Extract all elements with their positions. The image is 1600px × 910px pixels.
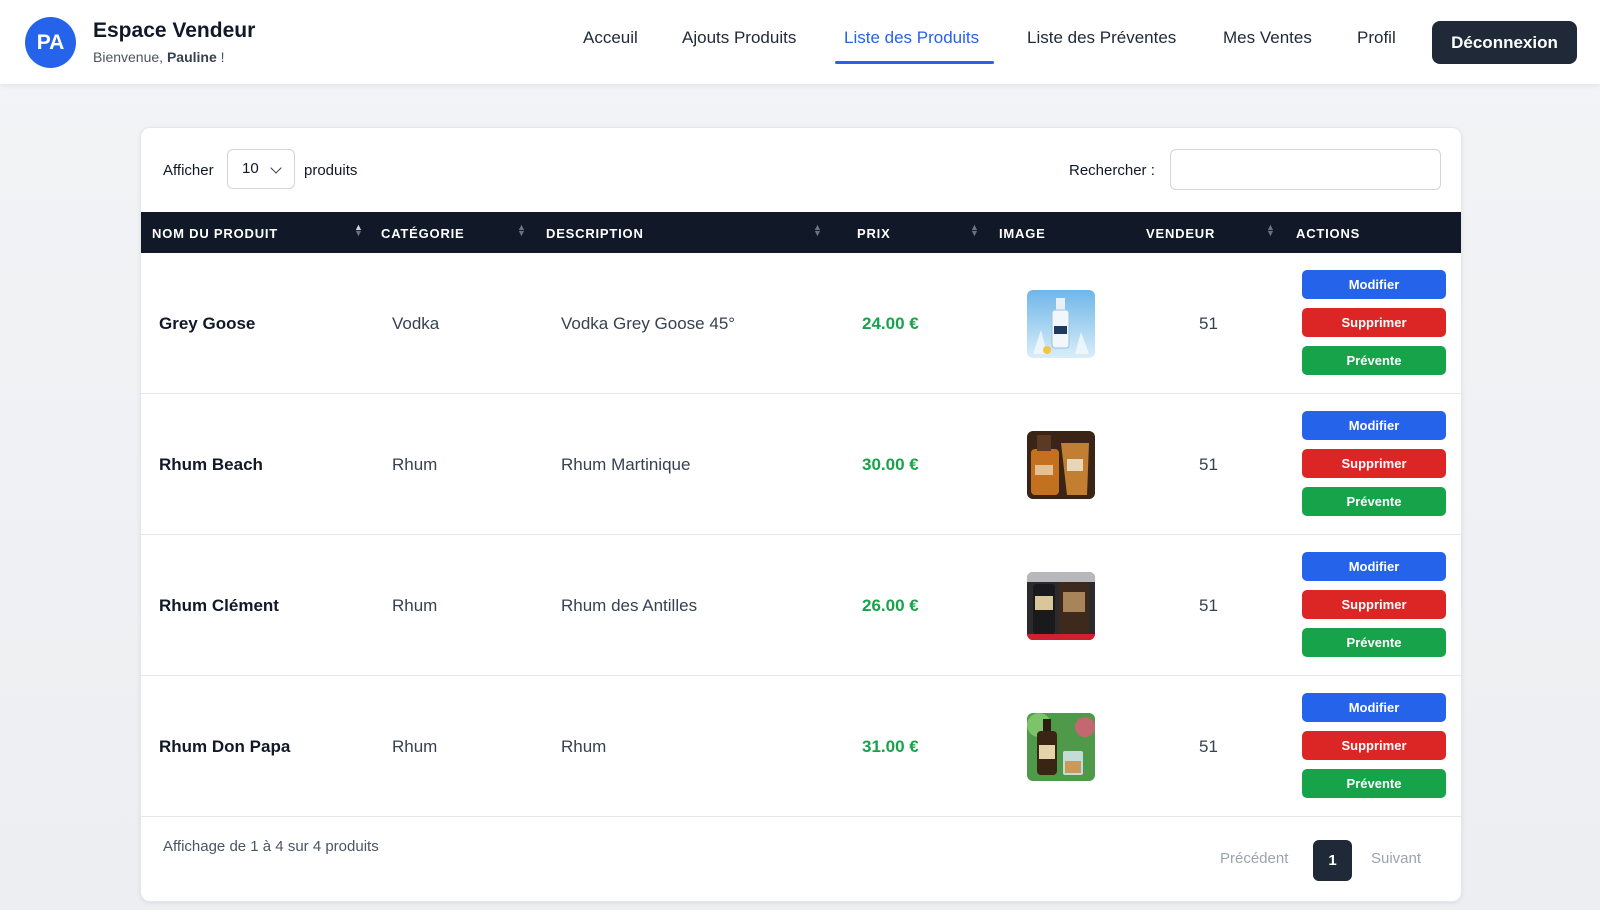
page-size-label: Afficher: [163, 162, 214, 179]
product-vendor: 51: [1199, 596, 1218, 615]
presale-button[interactable]: Prévente: [1302, 346, 1446, 375]
product-description: Rhum Martinique: [561, 455, 691, 474]
next-page-button[interactable]: Suivant: [1371, 850, 1421, 867]
top-navbar: PA Espace Vendeur Bienvenue, Pauline ! A…: [0, 0, 1600, 84]
page-1-button[interactable]: 1: [1313, 840, 1352, 881]
table-row: Rhum Clément Rhum Rhum des Antilles 26.0…: [141, 535, 1461, 676]
product-name: Grey Goose: [159, 314, 256, 333]
nav-profile[interactable]: Profil: [1357, 28, 1396, 48]
edit-button[interactable]: Modifier: [1302, 411, 1446, 440]
search-input[interactable]: [1170, 149, 1441, 190]
product-price: 30.00 €: [862, 455, 919, 474]
edit-button[interactable]: Modifier: [1302, 552, 1446, 581]
product-price: 24.00 €: [862, 314, 919, 333]
delete-button[interactable]: Supprimer: [1302, 731, 1446, 760]
product-description: Rhum: [561, 737, 607, 756]
table-row: Rhum Beach Rhum Rhum Martinique 30.00 € …: [141, 394, 1461, 535]
sort-icon[interactable]: ▲ ▼: [1266, 223, 1275, 238]
col-description[interactable]: DESCRIPTION: [546, 226, 644, 241]
page-size-value: 10: [242, 160, 259, 177]
sort-icon[interactable]: ▲ ▼: [813, 223, 822, 238]
product-category: Rhum: [392, 737, 438, 756]
page-size-suffix: produits: [304, 162, 358, 179]
presale-button[interactable]: Prévente: [1302, 769, 1446, 798]
nav-presale-list[interactable]: Liste des Préventes: [1027, 28, 1176, 48]
nav-product-list[interactable]: Liste des Produits: [844, 28, 979, 48]
table-row: Rhum Don Papa Rhum Rhum 31.00 € 51 Modif…: [141, 676, 1461, 817]
product-price: 26.00 €: [862, 596, 919, 615]
edit-button[interactable]: Modifier: [1302, 693, 1446, 722]
product-description: Rhum des Antilles: [561, 596, 698, 615]
chevron-down-icon: [270, 162, 282, 174]
edit-button[interactable]: Modifier: [1302, 270, 1446, 299]
product-category: Vodka: [392, 314, 440, 333]
product-vendor: 51: [1199, 455, 1218, 474]
presale-button[interactable]: Prévente: [1302, 487, 1446, 516]
col-category[interactable]: CATÉGORIE: [381, 226, 465, 241]
sort-asc-icon[interactable]: ▲ ▼: [354, 223, 363, 238]
logout-button[interactable]: Déconnexion: [1432, 21, 1577, 64]
previous-page-button[interactable]: Précédent: [1220, 850, 1288, 867]
nav-home[interactable]: Acceuil: [583, 28, 638, 48]
product-category: Rhum: [392, 596, 438, 615]
nav-add-products[interactable]: Ajouts Produits: [682, 28, 796, 48]
product-image: [1027, 572, 1095, 640]
presale-button[interactable]: Prévente: [1302, 628, 1446, 657]
product-name: Rhum Beach: [159, 455, 263, 474]
product-description: Vodka Grey Goose 45°: [561, 314, 736, 333]
product-vendor: 51: [1199, 737, 1218, 756]
table-row: Grey Goose Vodka Vodka Grey Goose 45° 24…: [141, 253, 1461, 394]
product-vendor: 51: [1199, 314, 1218, 333]
product-name: Rhum Don Papa: [159, 737, 291, 756]
delete-button[interactable]: Supprimer: [1302, 449, 1446, 478]
products-card: Afficher 10 produits Rechercher : NOM DU…: [140, 127, 1462, 902]
product-name: Rhum Clément: [159, 596, 279, 615]
delete-button[interactable]: Supprimer: [1302, 308, 1446, 337]
col-vendor[interactable]: VENDEUR: [1146, 226, 1215, 241]
product-price: 31.00 €: [862, 737, 919, 756]
delete-button[interactable]: Supprimer: [1302, 590, 1446, 619]
pagination-info: Affichage de 1 à 4 sur 4 produits: [163, 838, 379, 855]
active-tab-indicator: [835, 61, 994, 64]
main-nav: Acceuil Ajouts Produits Liste des Produi…: [0, 0, 1600, 84]
sort-icon[interactable]: ▲ ▼: [970, 223, 979, 238]
page-size-select[interactable]: 10: [227, 149, 295, 189]
product-image: [1027, 431, 1095, 499]
col-actions: ACTIONS: [1296, 226, 1361, 241]
col-image: IMAGE: [999, 226, 1046, 241]
col-price[interactable]: PRIX: [857, 226, 891, 241]
sort-icon[interactable]: ▲ ▼: [517, 223, 526, 238]
product-image: [1027, 713, 1095, 781]
nav-my-sales[interactable]: Mes Ventes: [1223, 28, 1312, 48]
search-label: Rechercher :: [1069, 162, 1155, 179]
table-header: NOM DU PRODUIT ▲ ▼ CATÉGORIE ▲ ▼ DESCRIPTI…: [141, 212, 1461, 253]
product-category: Rhum: [392, 455, 438, 474]
product-image: [1027, 290, 1095, 358]
col-product-name[interactable]: NOM DU PRODUIT: [152, 226, 278, 241]
